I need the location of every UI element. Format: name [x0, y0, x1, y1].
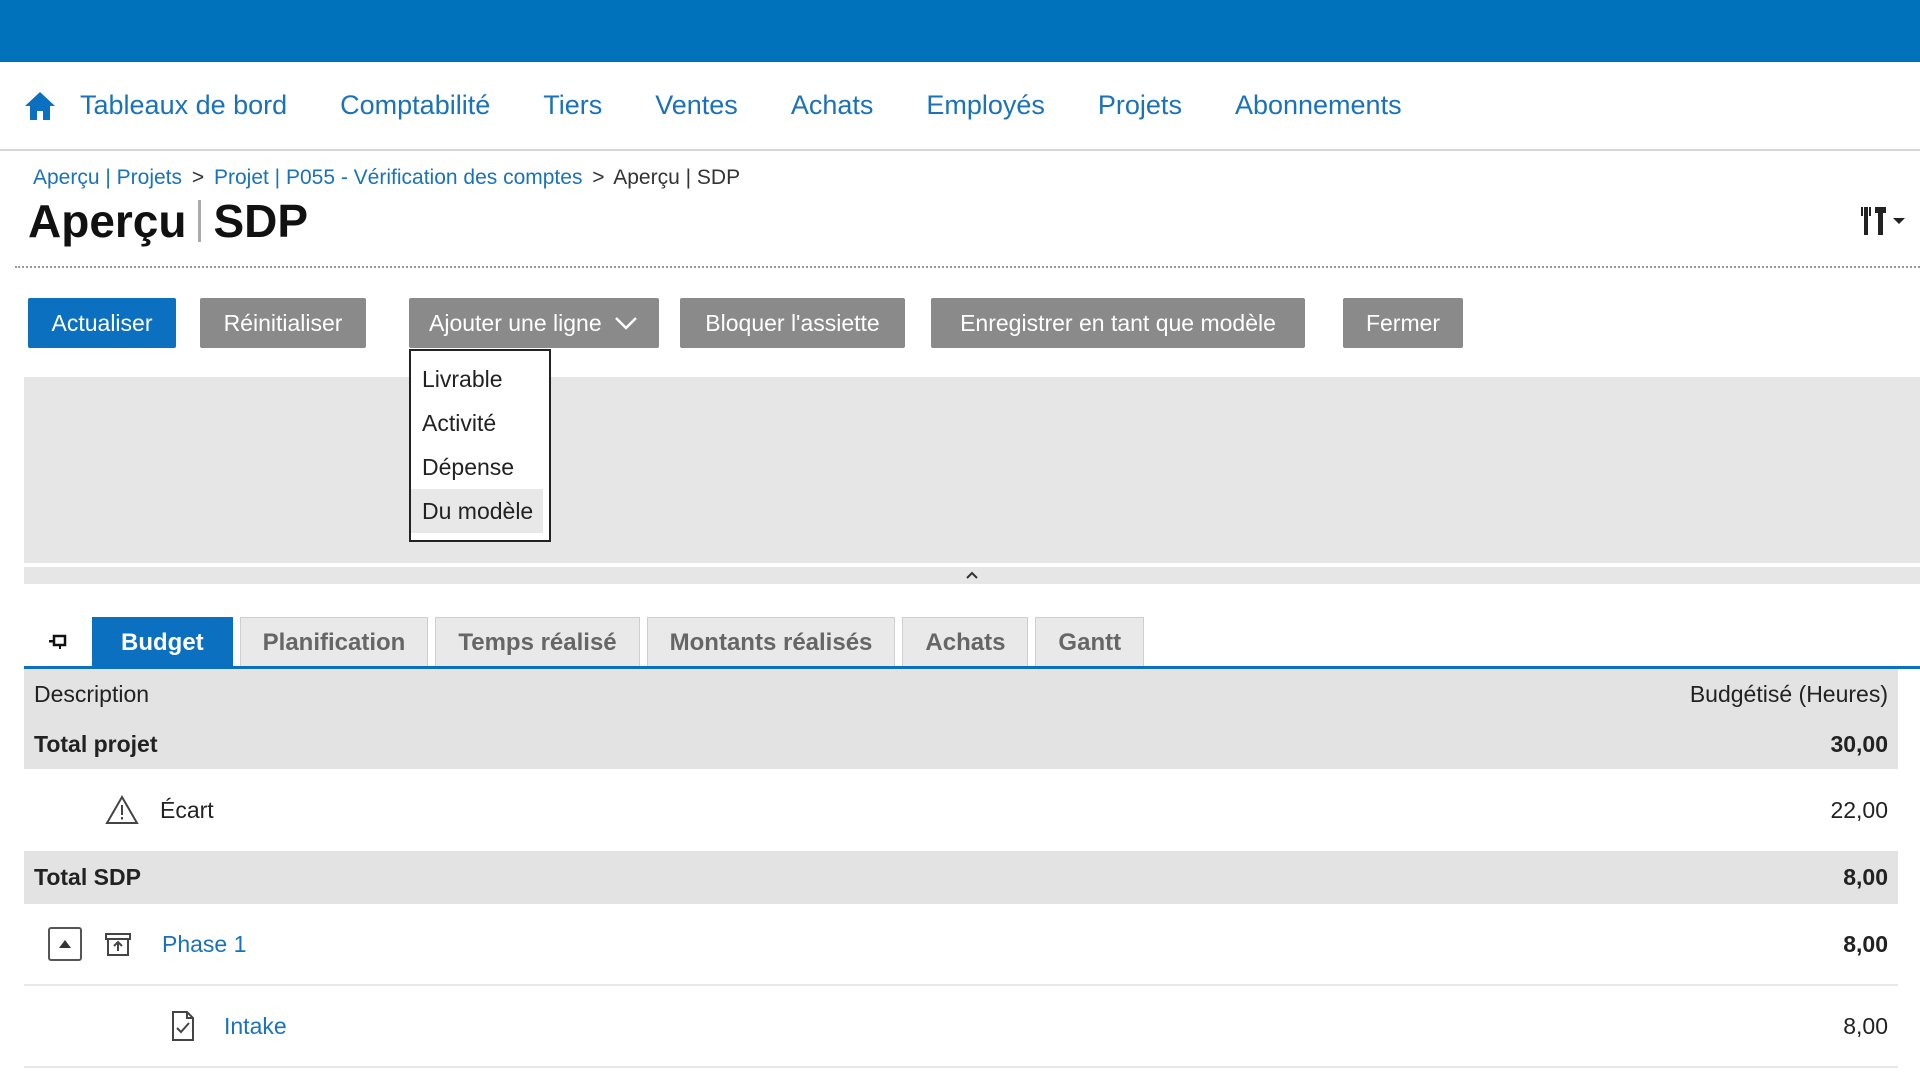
tools-icon	[1858, 203, 1892, 242]
table-row-variance: Écart 22,00	[24, 769, 1898, 851]
column-header-description[interactable]: Description	[34, 681, 149, 708]
tab-purchases[interactable]: Achats	[902, 617, 1029, 667]
main-nav: Tableaux de bord Comptabilité Tiers Vent…	[0, 62, 1920, 151]
add-line-button[interactable]: Ajouter une ligne	[409, 298, 659, 348]
breadcrumb-projects-overview[interactable]: Aperçu | Projets	[33, 166, 182, 189]
tab-bar: Budget Planification Temps réalisé Monta…	[24, 615, 1151, 667]
row-value: 8,00	[1843, 864, 1888, 890]
nav-item-third-parties[interactable]: Tiers	[543, 90, 602, 121]
nav-item-sales[interactable]: Ventes	[655, 90, 738, 121]
collapse-row-button[interactable]	[48, 927, 82, 961]
refresh-button[interactable]: Actualiser	[28, 298, 176, 348]
row-label: Total projet	[34, 730, 158, 757]
nav-item-dashboards[interactable]: Tableaux de bord	[80, 90, 287, 121]
settings-menu-button[interactable]	[1858, 202, 1912, 242]
breadcrumb-separator: >	[592, 166, 605, 189]
header-divider	[15, 266, 1920, 268]
menu-item-activity[interactable]: Activité	[411, 401, 543, 445]
chevron-down-icon	[1892, 213, 1906, 231]
column-header-budgeted-hours[interactable]: Budgétisé (Heures)	[1690, 681, 1888, 708]
tab-actual-time[interactable]: Temps réalisé	[435, 617, 640, 667]
add-line-label: Ajouter une ligne	[429, 309, 602, 336]
chevron-up-icon	[965, 567, 979, 585]
menu-item-from-template[interactable]: Du modèle	[411, 489, 543, 533]
nav-item-projects[interactable]: Projets	[1098, 90, 1182, 121]
menu-item-deliverable[interactable]: Livrable	[411, 357, 543, 401]
nav-item-subscriptions[interactable]: Abonnements	[1235, 90, 1402, 121]
page-title: Aperçu SDP	[28, 194, 308, 248]
home-icon[interactable]	[22, 88, 58, 124]
row-value: 22,00	[1830, 796, 1888, 823]
tab-planning[interactable]: Planification	[239, 617, 429, 667]
tab-actual-amounts[interactable]: Montants réalisés	[646, 617, 896, 667]
table-row-project-total: Total projet 30,00	[24, 719, 1898, 769]
row-value: 8,00	[1843, 1012, 1888, 1039]
deliverable-link[interactable]: Phase 1	[162, 931, 246, 958]
row-value: 8,00	[1843, 930, 1888, 957]
table-row-sdp-total: Total SDP 8,00	[24, 851, 1898, 904]
tab-gantt[interactable]: Gantt	[1035, 617, 1145, 667]
menu-item-expense[interactable]: Dépense	[411, 445, 543, 489]
chevron-down-icon	[614, 316, 638, 330]
row-label: Écart	[160, 796, 214, 823]
reset-button[interactable]: Réinitialiser	[200, 298, 366, 348]
breadcrumb-project[interactable]: Projet | P055 - Vérification des comptes	[214, 166, 582, 189]
page-title-main: Aperçu	[28, 195, 187, 247]
table-header: Description Budgétisé (Heures)	[24, 669, 1898, 719]
lock-baseline-button[interactable]: Bloquer l'assiette	[680, 298, 905, 348]
row-label: Total SDP	[34, 864, 141, 890]
nav-item-accounting[interactable]: Comptabilité	[340, 90, 490, 121]
breadcrumb-current: Aperçu | SDP	[613, 166, 741, 189]
close-button[interactable]: Fermer	[1343, 298, 1463, 348]
budget-table: Description Budgétisé (Heures) Total pro…	[24, 669, 1898, 1068]
breadcrumb-separator: >	[191, 166, 205, 189]
deliverable-icon	[102, 931, 134, 957]
add-line-menu: Livrable Activité Dépense Du modèle	[409, 349, 551, 542]
top-bar	[0, 0, 1920, 62]
table-row-deliverable: Phase 1 8,00	[24, 904, 1898, 986]
panel-collapse-toggle[interactable]	[24, 567, 1920, 584]
title-divider	[198, 200, 202, 242]
breadcrumb: Aperçu | Projets > Projet | P055 - Vérif…	[33, 166, 740, 190]
row-value: 30,00	[1830, 730, 1888, 757]
table-row-activity: Intake 8,00	[24, 986, 1898, 1068]
page-title-sub: SDP	[213, 195, 309, 247]
filter-panel	[24, 377, 1920, 563]
nav-item-purchases[interactable]: Achats	[791, 90, 874, 121]
save-as-template-button[interactable]: Enregistrer en tant que modèle	[931, 298, 1305, 348]
warning-icon	[104, 795, 140, 825]
activity-icon	[168, 1010, 198, 1042]
pin-icon[interactable]	[24, 617, 92, 667]
tab-budget[interactable]: Budget	[92, 617, 233, 667]
activity-link[interactable]: Intake	[224, 1013, 287, 1040]
nav-item-employees[interactable]: Employés	[926, 90, 1045, 121]
